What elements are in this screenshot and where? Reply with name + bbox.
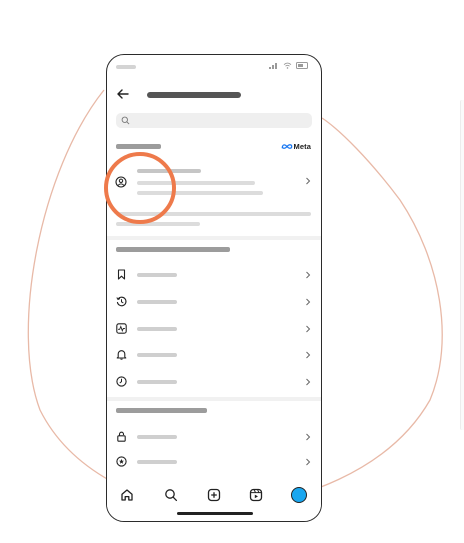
activity-icon xyxy=(116,323,127,334)
battery-icon xyxy=(296,62,308,69)
chevron-right-icon xyxy=(306,298,311,306)
header xyxy=(107,85,321,105)
list-item-label xyxy=(137,380,177,384)
list-item-label xyxy=(137,327,177,331)
wifi-icon xyxy=(283,62,292,69)
create-icon[interactable] xyxy=(207,488,221,502)
meta-text: Meta xyxy=(293,142,311,151)
search-icon xyxy=(121,116,130,125)
account-footer-line xyxy=(116,222,200,226)
lock-icon xyxy=(117,431,126,442)
history-icon xyxy=(116,296,127,307)
home-icon[interactable] xyxy=(120,488,134,502)
home-indicator xyxy=(177,512,253,515)
list-item-close-friends[interactable] xyxy=(107,452,321,472)
page-title xyxy=(147,92,241,98)
meta-logo: Meta xyxy=(281,142,312,151)
highlight-circle xyxy=(104,152,176,224)
list-item-activity[interactable] xyxy=(107,319,321,339)
back-arrow-icon[interactable] xyxy=(116,87,130,101)
bookmark-icon xyxy=(117,269,126,280)
status-time xyxy=(116,65,136,69)
list-item-account-privacy[interactable] xyxy=(107,427,321,447)
section-label-who-can-see xyxy=(116,408,207,413)
search-icon[interactable] xyxy=(164,488,178,502)
list-item-saved[interactable] xyxy=(107,265,321,285)
star-circle-icon xyxy=(116,456,127,467)
status-icons xyxy=(269,62,308,69)
clock-icon xyxy=(116,376,127,387)
side-panel-edge xyxy=(460,100,464,430)
status-bar xyxy=(107,55,321,77)
chevron-right-icon xyxy=(306,351,311,359)
list-item-label xyxy=(137,300,177,304)
profile-avatar[interactable] xyxy=(291,487,307,503)
search-input[interactable] xyxy=(116,113,312,128)
chevron-right-icon xyxy=(306,458,311,466)
list-item-label xyxy=(137,435,177,439)
section-divider xyxy=(107,236,321,240)
bell-icon xyxy=(116,350,127,360)
section-label-account xyxy=(116,144,161,149)
bottom-nav xyxy=(107,481,321,521)
section-label-how-you-use xyxy=(116,247,230,252)
meta-infinity-icon xyxy=(281,144,292,149)
list-item-archive[interactable] xyxy=(107,292,321,312)
chevron-right-icon xyxy=(306,177,311,185)
chevron-right-icon xyxy=(306,325,311,333)
list-item-notifications[interactable] xyxy=(107,345,321,365)
list-item-label xyxy=(137,353,177,357)
chevron-right-icon xyxy=(306,433,311,441)
reels-icon[interactable] xyxy=(249,488,263,502)
chevron-right-icon xyxy=(306,271,311,279)
list-item-label xyxy=(137,460,177,464)
chevron-right-icon xyxy=(306,378,311,386)
list-item-label xyxy=(137,273,177,277)
signal-icon xyxy=(269,62,279,69)
list-item-time-spent[interactable] xyxy=(107,372,321,392)
phone-frame: Meta xyxy=(106,54,322,522)
section-divider xyxy=(107,397,321,401)
